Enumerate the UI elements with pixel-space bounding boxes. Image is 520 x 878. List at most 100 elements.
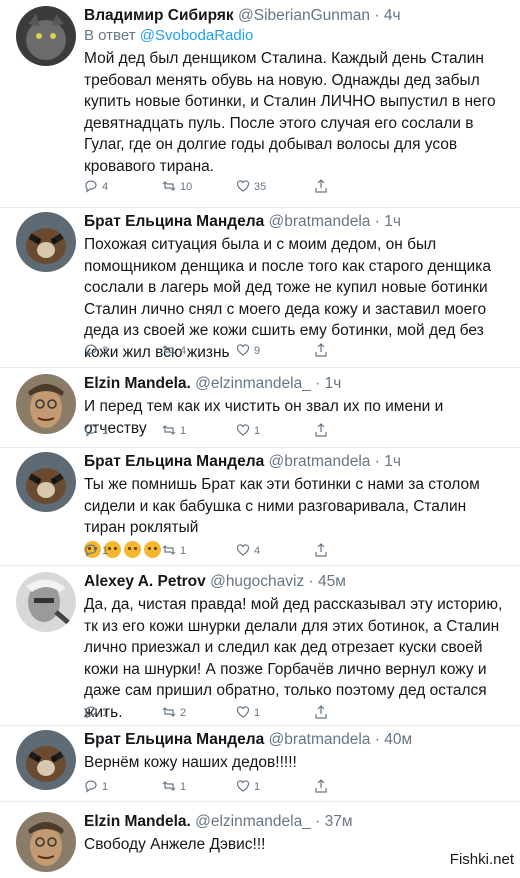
separator-dot: ·	[374, 731, 380, 748]
tweet[interactable]: Владимир Сибиряк @SiberianGunman · 4ч В …	[0, 0, 520, 208]
timestamp[interactable]: 1ч	[384, 453, 401, 470]
retweet-count: 1	[180, 425, 187, 437]
author-handle[interactable]: @hugochaviz	[210, 573, 304, 590]
timestamp[interactable]: 40м	[384, 731, 412, 748]
reply-button[interactable]: 1	[84, 422, 108, 440]
like-count: 1	[254, 707, 261, 719]
like-count: 4	[254, 545, 261, 557]
author-handle[interactable]: @SiberianGunman	[238, 7, 370, 24]
reply-icon	[85, 706, 97, 719]
retweet-button[interactable]: 4	[162, 342, 186, 360]
avatar[interactable]	[16, 212, 76, 272]
like-button[interactable]: 35	[236, 178, 266, 196]
tweet-header: Elzin Mandela. @elzinmandela_ · 1ч	[84, 374, 508, 394]
tweet[interactable]: Elzin Mandela. @elzinmandela_ · 1ч И пер…	[0, 368, 520, 448]
separator-dot: ·	[308, 573, 314, 590]
tweet[interactable]: Брат Ельцина Мандела @bratmandela · 40м …	[0, 726, 520, 802]
reply-button[interactable]: 4	[84, 178, 108, 196]
reply-button[interactable]: 1	[84, 778, 108, 796]
like-button[interactable]: 9	[236, 342, 260, 360]
author-name[interactable]: Брат Ельцина Мандела	[84, 453, 264, 470]
tweet-actions: 1 1 1	[84, 778, 344, 796]
author-name[interactable]: Alexey A. Petrov	[84, 573, 206, 590]
avatar[interactable]	[16, 6, 76, 66]
author-handle[interactable]: @elzinmandela_	[195, 813, 311, 830]
reply-icon	[85, 424, 97, 437]
retweet-button[interactable]: 1	[162, 422, 186, 440]
author-handle[interactable]: @elzinmandela_	[195, 375, 311, 392]
reply-context: В ответ @SvobodaRadio	[84, 26, 508, 46]
timestamp[interactable]: 45м	[318, 573, 346, 590]
heart-icon	[236, 424, 250, 436]
reply-icon	[85, 780, 97, 793]
like-button[interactable]: 4	[236, 542, 260, 560]
like-count: 1	[254, 425, 261, 437]
timestamp[interactable]: 37м	[325, 813, 353, 830]
author-name[interactable]: Elzin Mandela.	[84, 375, 191, 392]
reply-icon	[85, 344, 97, 357]
tweet-header: Брат Ельцина Мандела @bratmandela · 1ч	[84, 452, 508, 472]
reply-button[interactable]: 2	[84, 342, 108, 360]
share-button[interactable]	[314, 704, 328, 722]
avatar[interactable]	[16, 812, 76, 872]
author-name[interactable]: Брат Ельцина Мандела	[84, 213, 264, 230]
avatar[interactable]	[16, 572, 76, 632]
share-icon	[315, 543, 327, 557]
reply-count: 1	[102, 425, 109, 437]
share-button[interactable]	[314, 178, 328, 196]
like-count: 35	[254, 181, 267, 193]
timestamp[interactable]: 1ч	[384, 213, 401, 230]
tweet-text: Ты же помнишь Брат как эти ботинки с нам…	[84, 476, 480, 536]
reply-count: 1	[102, 707, 109, 719]
retweet-button[interactable]: 1	[162, 778, 186, 796]
author-handle[interactable]: @bratmandela	[269, 213, 371, 230]
reply-button[interactable]: 1	[84, 704, 108, 722]
author-handle[interactable]: @bratmandela	[269, 731, 371, 748]
share-button[interactable]	[314, 778, 328, 796]
retweet-button[interactable]: 1	[162, 542, 186, 560]
tweet[interactable]: Elzin Mandela. @elzinmandela_ · 37м Своб…	[0, 802, 520, 878]
author-name[interactable]: Владимир Сибиряк	[84, 7, 234, 24]
avatar[interactable]	[16, 730, 76, 790]
like-count: 9	[254, 345, 261, 357]
tweet-header: Брат Ельцина Мандела @bratmandela · 40м	[84, 730, 508, 750]
separator-dot: ·	[374, 7, 380, 24]
retweet-button[interactable]: 10	[162, 178, 192, 196]
retweet-icon	[162, 345, 176, 355]
retweet-button[interactable]: 2	[162, 704, 186, 722]
tweet-text: Свободу Анжеле Дэвис!!!	[84, 836, 266, 853]
reply-icon	[85, 544, 97, 557]
tweet[interactable]: Alexey A. Petrov @hugochaviz · 45м Да, д…	[0, 566, 520, 726]
tweet-actions: 2 4 9	[84, 342, 344, 360]
like-button[interactable]: 1	[236, 778, 260, 796]
reply-mention[interactable]: @SvobodaRadio	[140, 27, 254, 44]
share-icon	[315, 343, 327, 357]
watermark: Fishki.net	[449, 851, 514, 868]
avatar[interactable]	[16, 374, 76, 434]
retweet-icon	[162, 545, 176, 555]
share-icon	[315, 705, 327, 719]
reply-button[interactable]: 1	[84, 542, 108, 560]
tweet[interactable]: Брат Ельцина Мандела @bratmandela · 1ч П…	[0, 208, 520, 368]
tweet-actions: 1 1 1	[84, 422, 344, 440]
like-button[interactable]: 1	[236, 704, 260, 722]
reply-icon	[85, 180, 97, 193]
reply-prefix: В ответ	[84, 27, 136, 44]
like-button[interactable]: 1	[236, 422, 260, 440]
timestamp[interactable]: 1ч	[325, 375, 342, 392]
author-name[interactable]: Elzin Mandela.	[84, 813, 191, 830]
retweet-icon	[162, 181, 176, 191]
share-button[interactable]	[314, 422, 328, 440]
timestamp[interactable]: 4ч	[384, 7, 401, 24]
retweet-icon	[162, 707, 176, 717]
retweet-icon	[162, 425, 176, 435]
retweet-count: 2	[180, 707, 187, 719]
author-name[interactable]: Брат Ельцина Мандела	[84, 731, 264, 748]
tweet-text: Вернём кожу наших дедов!!!!!	[84, 754, 297, 771]
tweet[interactable]: Брат Ельцина Мандела @bratmandela · 1ч Т…	[0, 448, 520, 566]
avatar[interactable]	[16, 452, 76, 512]
heart-icon	[236, 344, 250, 356]
share-button[interactable]	[314, 542, 328, 560]
share-button[interactable]	[314, 342, 328, 360]
author-handle[interactable]: @bratmandela	[269, 453, 371, 470]
